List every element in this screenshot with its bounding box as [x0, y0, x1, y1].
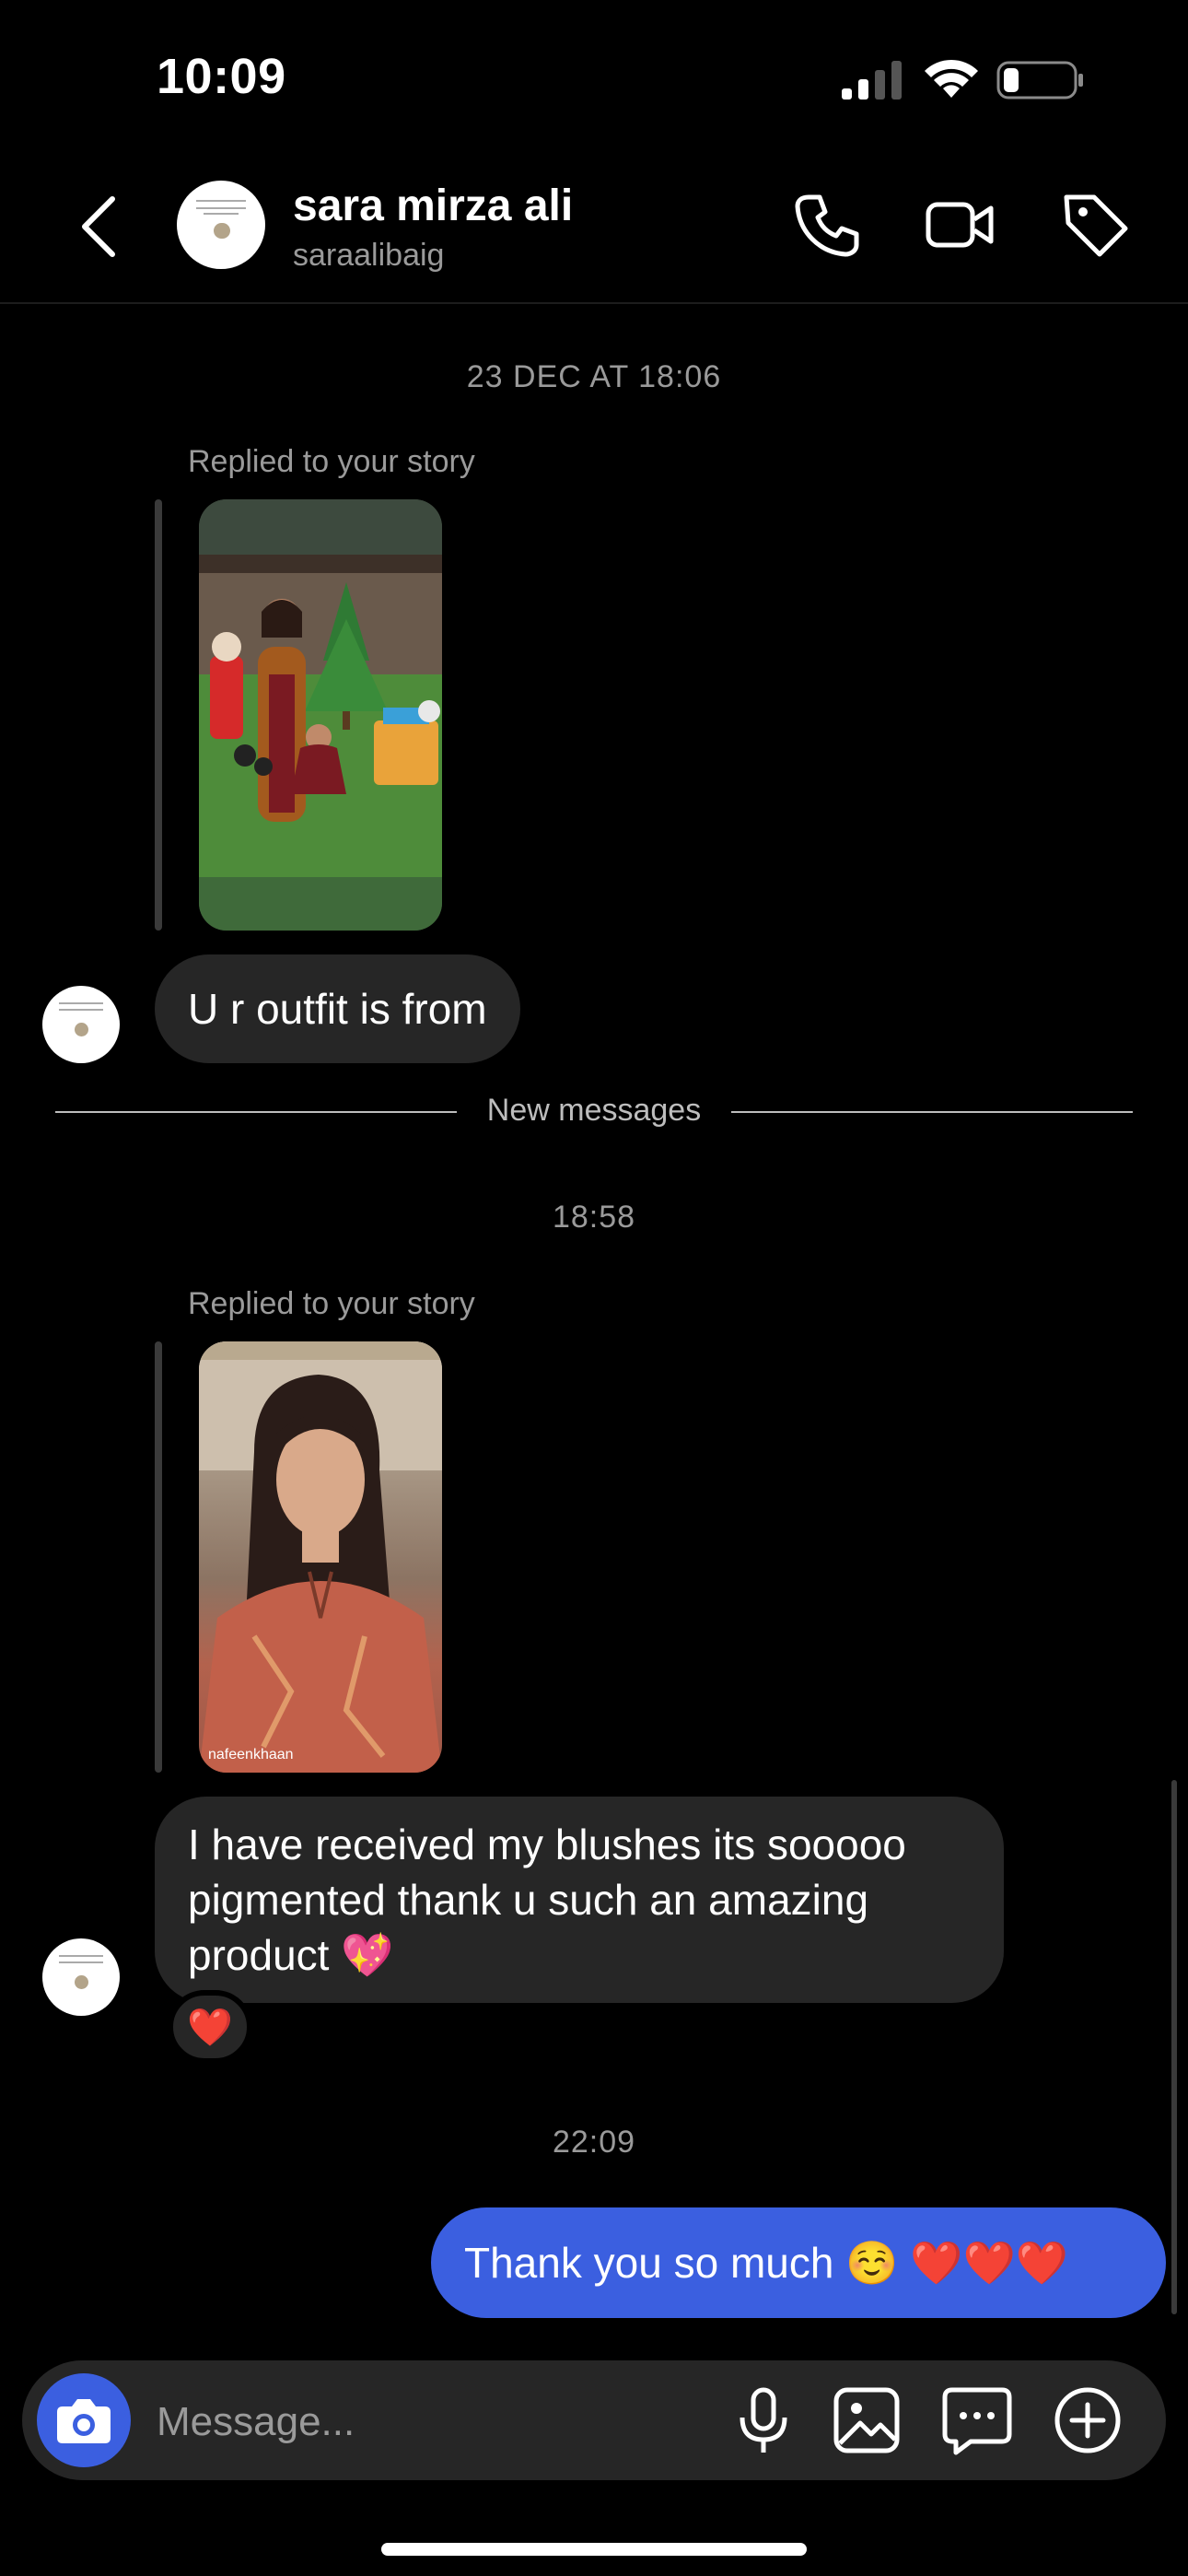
plus-icon[interactable]: [1050, 2383, 1125, 2458]
scrollbar[interactable]: [1171, 1780, 1177, 2314]
story-image: [199, 499, 442, 931]
microphone-icon[interactable]: [726, 2383, 801, 2458]
camera-icon: [57, 2399, 111, 2443]
message-input[interactable]: [155, 2392, 711, 2453]
gallery-icon[interactable]: [829, 2383, 904, 2458]
story-thumbnail[interactable]: [199, 499, 442, 931]
contact-avatar[interactable]: [177, 181, 265, 269]
story-image: [199, 1341, 442, 1773]
timestamp: 23 DEC AT 18:06: [466, 359, 722, 394]
phone-icon[interactable]: [792, 190, 862, 260]
battery-icon: [996, 61, 1083, 100]
story-thumbnail[interactable]: nafeenkhaan: [199, 1341, 442, 1773]
incoming-message[interactable]: U r outfit is from: [155, 954, 520, 1063]
reply-quote-bar: [155, 499, 162, 931]
incoming-message[interactable]: I have received my blushes its sooooo pi…: [155, 1797, 1004, 2003]
story-reply-label: Replied to your story: [188, 444, 475, 479]
camera-button[interactable]: [37, 2373, 131, 2467]
timestamp: 22:09: [552, 2125, 636, 2160]
sticker-icon[interactable]: [939, 2383, 1015, 2458]
wifi-icon: [925, 59, 978, 98]
message-reaction[interactable]: ❤️: [168, 1990, 252, 2064]
story-watermark: nafeenkhaan: [208, 1747, 294, 1762]
outgoing-message[interactable]: Thank you so much ☺️ ❤️❤️❤️: [431, 2207, 1166, 2318]
video-camera-icon[interactable]: [925, 190, 995, 260]
contact-name[interactable]: sara mirza ali: [293, 181, 573, 231]
tag-icon[interactable]: [1061, 190, 1131, 260]
cellular-signal-icon: [842, 61, 902, 100]
new-messages-divider-right: [731, 1111, 1133, 1113]
contact-handle[interactable]: saraalibaig: [293, 238, 444, 274]
back-button[interactable]: [74, 193, 125, 260]
sender-avatar[interactable]: [42, 1938, 120, 2016]
sender-avatar[interactable]: [42, 986, 120, 1063]
timestamp: 18:58: [552, 1200, 636, 1235]
header-divider: [0, 302, 1188, 304]
status-time: 10:09: [157, 49, 286, 104]
story-reply-label: Replied to your story: [188, 1286, 475, 1321]
reply-quote-bar: [155, 1341, 162, 1773]
home-indicator[interactable]: [381, 2543, 807, 2556]
